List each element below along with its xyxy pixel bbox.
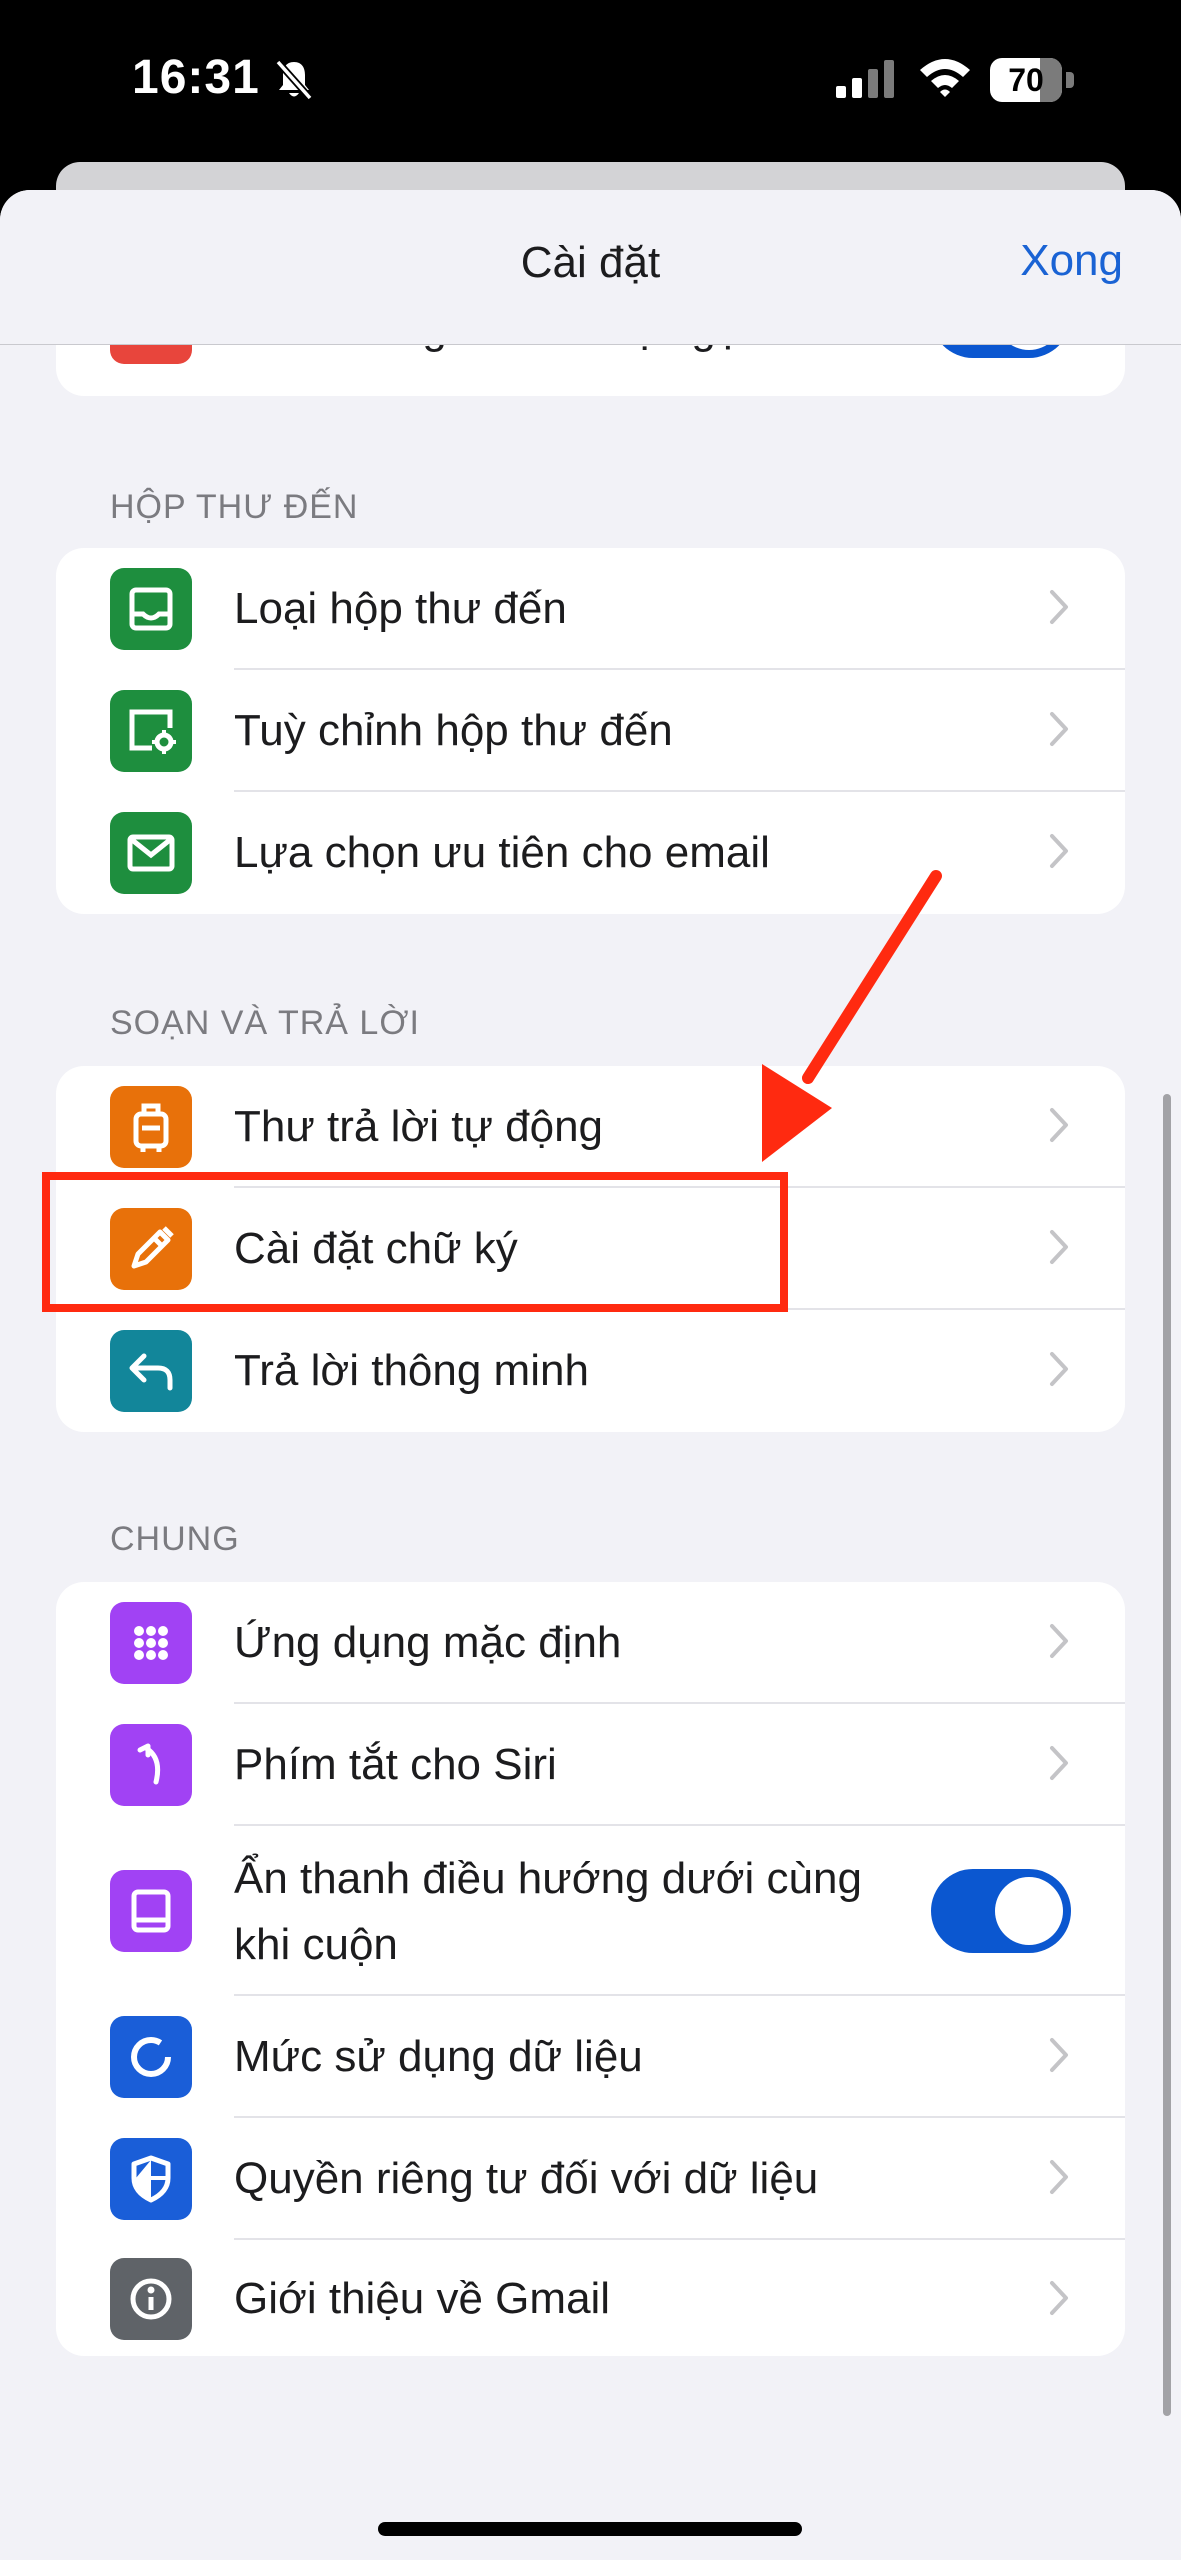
done-button[interactable]: Xong [1020,236,1123,286]
chevron-right-icon [1049,2037,1069,2078]
default-apps-label: Ứng dụng mặc định [234,1618,622,1667]
reply-icon [110,1330,192,1412]
about-gmail-row[interactable]: Giới thiệu về Gmail [56,2240,1125,2356]
data-privacy-label: Quyền riêng tư đối với dữ liệu [234,2154,819,2203]
general-group: Ứng dụng mặc định Phím tắt cho Siri Ẩn t… [56,1582,1125,2356]
chevron-right-icon [1049,2280,1069,2321]
chevron-right-icon [1049,2159,1069,2200]
page-title: Cài đặt [520,238,661,287]
section-header-general: CHUNG [110,1520,240,1558]
scrollbar[interactable] [1163,1094,1171,2416]
info-icon [110,2258,192,2340]
siri-shortcut-icon [110,1724,192,1806]
chevron-right-icon [1049,1745,1069,1786]
hide-bottom-nav-label-line1: Ẩn thanh điều hướng dưới cùng [234,1854,862,1903]
data-privacy-row[interactable]: Quyền riêng tư đối với dữ liệu [56,2118,1125,2240]
nav-bar: Cài đặt Xong [0,190,1181,345]
home-indicator[interactable] [378,2522,802,2536]
siri-shortcuts-label: Phím tắt cho Siri [234,1740,557,1789]
bottom-bar-icon [110,1870,192,1952]
apps-grid-icon [110,1602,192,1684]
default-apps-row[interactable]: Ứng dụng mặc định [56,1582,1125,1704]
siri-shortcuts-row[interactable]: Phím tắt cho Siri [56,1704,1125,1826]
data-usage-label: Mức sử dụng dữ liệu [234,2032,643,2081]
chevron-right-icon [1049,1351,1069,1392]
privacy-shield-icon [110,2138,192,2220]
smart-reply-label: Trả lời thông minh [234,1346,589,1395]
chevron-right-icon [1049,1623,1069,1664]
hide-bottom-nav-row[interactable]: Ẩn thanh điều hướng dưới cùng khi cuộn [56,1826,1125,1996]
data-usage-row[interactable]: Mức sử dụng dữ liệu [56,1996,1125,2118]
hide-bottom-nav-label-line2: khi cuộn [234,1920,398,1969]
about-gmail-label: Giới thiệu về Gmail [234,2274,611,2323]
data-usage-icon [110,2016,192,2098]
smart-reply-row[interactable]: Trả lời thông minh [56,1310,1125,1432]
hide-bottom-nav-toggle[interactable] [931,1869,1071,1953]
